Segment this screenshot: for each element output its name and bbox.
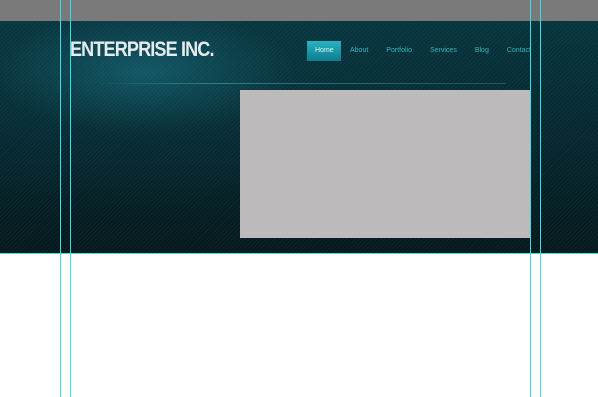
nav-item-services[interactable]: Services [421,41,466,61]
guide-line-vertical [60,0,61,397]
site-header: ENTERPRISE INC. Home About Portfolio Ser… [0,21,598,253]
nav-item-blog[interactable]: Blog [466,41,498,61]
guide-line-vertical [530,0,531,397]
hero-image-placeholder [240,90,530,238]
guide-line-vertical [70,0,71,397]
nav-item-portfolio[interactable]: Portfolio [377,41,421,61]
site-logo[interactable]: ENTERPRISE INC. [70,38,215,62]
nav-item-home[interactable]: Home [307,41,341,61]
guide-line-horizontal [0,253,598,254]
main-nav: Home About Portfolio Services Blog Conta… [307,41,540,61]
page: ENTERPRISE INC. Home About Portfolio Ser… [0,0,598,397]
nav-item-contact[interactable]: Contact [498,41,540,61]
nav-item-about[interactable]: About [341,41,377,61]
guide-line-vertical [540,0,541,397]
canvas-top-strip [0,0,598,21]
